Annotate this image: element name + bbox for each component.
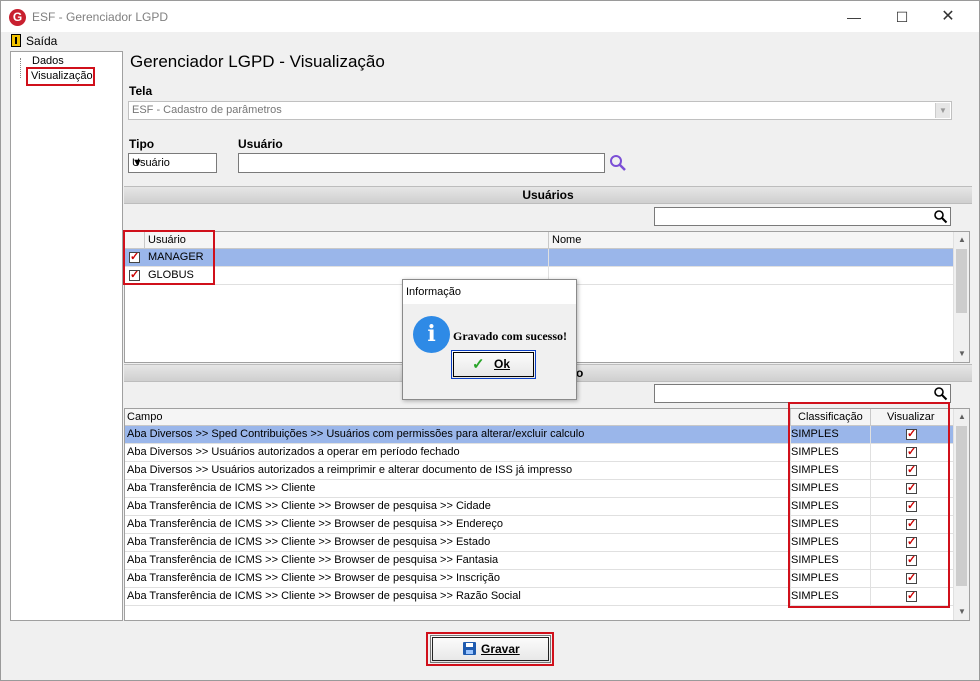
usuario-input[interactable]: [238, 153, 605, 173]
scroll-thumb[interactable]: [956, 249, 967, 313]
ok-button-label: Ok: [494, 357, 511, 371]
column-header-campo[interactable]: Campo: [127, 411, 162, 423]
campo-cell: Aba Transferência de ICMS >> Cliente >> …: [127, 554, 499, 566]
column-header-nome[interactable]: Nome: [552, 234, 581, 246]
campo-cell: Aba Transferência de ICMS >> Cliente: [127, 482, 316, 494]
page-title: Gerenciador LGPD - Visualização: [130, 52, 385, 71]
tipo-label: Tipo: [129, 137, 155, 151]
fields-scrollbar[interactable]: ▲ ▼: [953, 409, 969, 620]
users-scrollbar[interactable]: ▲ ▼: [953, 232, 969, 362]
search-icon[interactable]: [933, 386, 948, 401]
scroll-up-icon[interactable]: ▲: [954, 232, 969, 248]
scroll-down-icon[interactable]: ▼: [954, 604, 969, 620]
checkmark-icon: ✓: [472, 356, 485, 373]
tela-label: Tela: [129, 84, 153, 98]
campo-cell: Aba Transferência de ICMS >> Cliente >> …: [127, 590, 521, 602]
dialog-title: Informação: [406, 286, 462, 298]
tree-item-visualizacao[interactable]: Visualização: [26, 67, 95, 86]
window-title: ESF - Gerenciador LGPD: [32, 10, 169, 24]
campo-cell: Aba Diversos >> Usuários autorizados a r…: [127, 464, 573, 476]
highlight-box-users: [123, 230, 215, 285]
highlight-box-save: [426, 632, 554, 666]
tela-select[interactable]: ESF - Cadastro de parâmetros ▼: [128, 101, 952, 120]
tipo-select[interactable]: Usuário ▼: [128, 153, 217, 173]
highlight-box-classification: [788, 402, 950, 608]
campo-cell: Aba Transferência de ICMS >> Cliente >> …: [127, 500, 491, 512]
campo-cell: Aba Transferência de ICMS >> Cliente >> …: [127, 536, 491, 548]
column-divider: [548, 232, 549, 249]
maximize-button[interactable]: ☐: [882, 6, 922, 28]
search-icon[interactable]: [933, 209, 948, 224]
tela-value: ESF - Cadastro de parâmetros: [132, 104, 282, 116]
scroll-thumb[interactable]: [956, 426, 967, 586]
chevron-down-icon[interactable]: ▼: [935, 103, 950, 118]
users-filter-input[interactable]: [654, 207, 951, 226]
table-row[interactable]: MANAGER: [125, 249, 969, 267]
tree-connector: [20, 58, 21, 78]
menu-item-exit[interactable]: Saída: [26, 34, 57, 48]
exit-door-icon[interactable]: [11, 34, 21, 47]
users-grid-header: Usuário Nome: [125, 232, 969, 249]
close-button[interactable]: ✕: [928, 6, 968, 28]
search-icon[interactable]: [609, 154, 627, 172]
ok-button[interactable]: ✓ Ok: [451, 350, 536, 379]
campo-cell: Aba Transferência de ICMS >> Cliente >> …: [127, 572, 500, 584]
dialog-message: Gravado com sucesso!: [453, 329, 567, 343]
navigation-tree: [10, 51, 123, 621]
scroll-down-icon[interactable]: ▼: [954, 346, 969, 362]
minimize-button[interactable]: —: [834, 6, 874, 28]
menu-bar: [0, 32, 980, 50]
campo-cell: Aba Diversos >> Usuários autorizados a o…: [127, 446, 460, 458]
fields-section-header-text: o: [576, 366, 584, 380]
dialog-title-bar: Informação: [403, 280, 576, 304]
usuario-label: Usuário: [238, 137, 283, 151]
info-dialog: Informação i Gravado com sucesso! ✓ Ok: [402, 279, 577, 400]
fields-filter-input[interactable]: [654, 384, 951, 403]
tree-item-label: Visualização: [31, 70, 93, 82]
users-section-header: Usuários: [124, 186, 972, 204]
app-logo-icon: G: [9, 9, 26, 26]
tree-item-dados[interactable]: Dados: [32, 55, 64, 67]
info-icon: i: [413, 316, 450, 353]
column-divider: [548, 249, 549, 267]
chevron-down-icon: ▼: [132, 157, 143, 169]
campo-cell: Aba Diversos >> Sped Contribuições >> Us…: [127, 428, 585, 440]
scroll-up-icon[interactable]: ▲: [954, 409, 969, 425]
campo-cell: Aba Transferência de ICMS >> Cliente >> …: [127, 518, 504, 530]
